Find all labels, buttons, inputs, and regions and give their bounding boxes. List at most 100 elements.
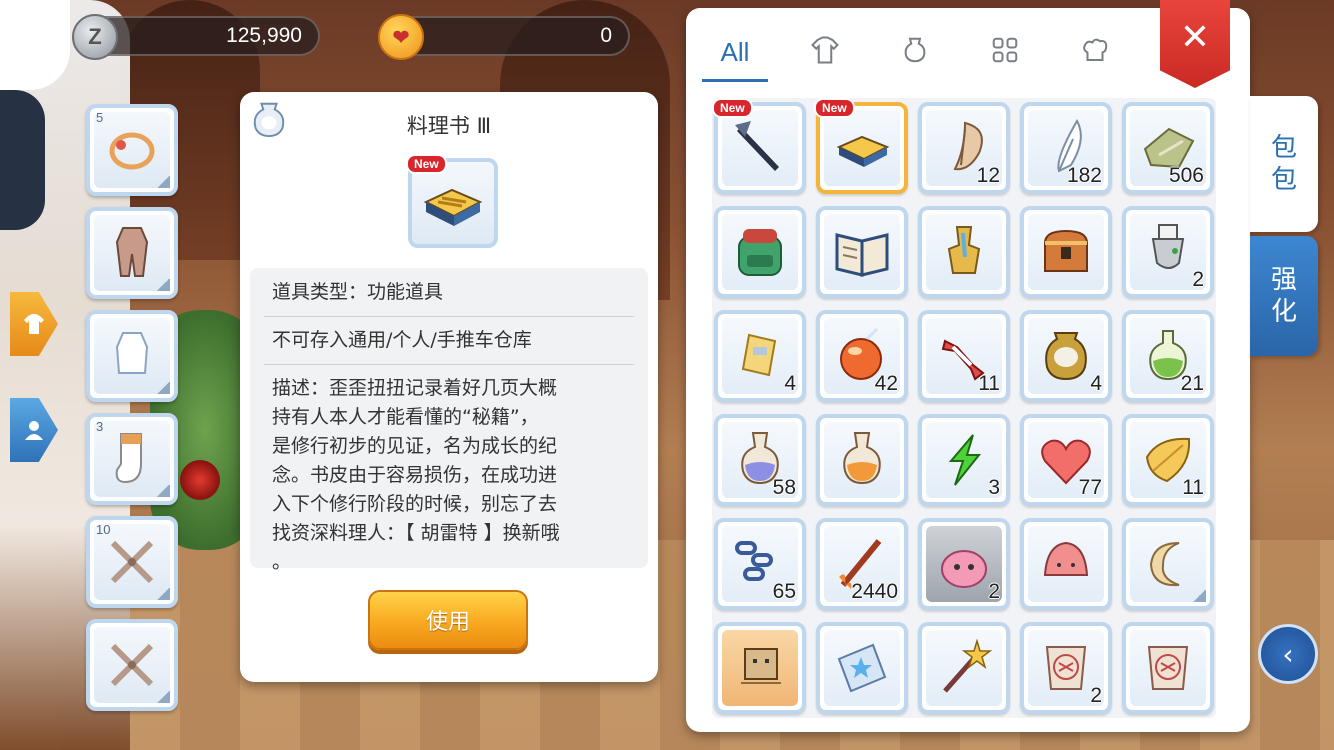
item-quantity: 182 (1066, 164, 1102, 187)
item-preview-slot: New (406, 154, 498, 248)
inventory-slot[interactable]: 2440 (816, 518, 908, 610)
description-line: 描述：歪歪扭扭记录着好几页大概 (272, 377, 558, 399)
tab-pouch[interactable] (880, 22, 950, 82)
star-wand-icon (943, 639, 993, 693)
crescent-cookie-icon (1149, 542, 1180, 587)
inventory-slot[interactable] (714, 622, 806, 714)
shirt-icon (24, 314, 44, 334)
rope-cross-icon (110, 540, 154, 584)
inventory-slot[interactable]: 11 (918, 310, 1010, 402)
description-line: 入下个修行阶段的时候，别忘了去 (272, 493, 558, 515)
tab-shirt[interactable] (790, 22, 860, 82)
close-button[interactable]: ✕ (1160, 0, 1230, 88)
pink-poring-icon (941, 550, 987, 588)
slot-inner (722, 110, 798, 186)
storage-note: 不可存入通用/个人/手推车仓库 (272, 329, 532, 351)
item-quantity: 4 (1090, 372, 1102, 395)
inventory-slot[interactable] (1122, 518, 1214, 610)
inventory-slot[interactable] (816, 622, 908, 714)
inventory-slot[interactable]: 21 (1122, 310, 1214, 402)
item-quantity: 2 (1192, 268, 1204, 291)
inventory-slot[interactable]: 4 (1020, 310, 1112, 402)
new-badge: New (712, 98, 753, 118)
equipment-slot[interactable] (86, 207, 178, 299)
inventory-slot[interactable]: 42 (816, 310, 908, 402)
tab-label: All (720, 36, 750, 67)
zeny-amount: 125,990 (226, 24, 302, 47)
item-description: 描述：歪歪扭扭记录着好几页大概 持有人本人才能看懂的“秘籍”， 是修行初步的见证，名… (272, 374, 626, 577)
rope-cross-icon (110, 643, 154, 687)
inventory-slot[interactable] (816, 414, 908, 506)
inventory-slot[interactable]: 2 (1122, 206, 1214, 298)
orange-potion-icon (843, 432, 881, 485)
tab-enhance-char: 化 (1270, 297, 1297, 327)
equipment-slot[interactable]: 5 (86, 104, 178, 196)
item-quantity: 4 (784, 372, 796, 395)
slot-inner (926, 214, 1002, 290)
inventory-slot[interactable]: 4 (714, 310, 806, 402)
blue-star-card-icon (837, 643, 887, 693)
inventory-slot[interactable]: New (712, 98, 806, 194)
cookbook-icon (836, 135, 890, 167)
slot-corner-icon (1192, 590, 1206, 602)
inventory-slot[interactable]: New (814, 98, 908, 194)
inventory-slot[interactable] (918, 206, 1010, 298)
user-icon (25, 421, 43, 440)
inventory-slot[interactable] (1122, 622, 1214, 714)
equipment-slot[interactable]: 3 (86, 413, 178, 505)
inventory-slot[interactable] (1020, 206, 1112, 298)
slot-inner (1028, 214, 1104, 290)
socks-icon (115, 433, 142, 484)
divider (264, 316, 634, 317)
tab-bag-char: 包 (1270, 133, 1297, 163)
scroll-icon (1045, 646, 1087, 690)
description-line: 念。书皮由于容易损伤，在成功进 (272, 464, 558, 486)
inventory-slot[interactable]: 65 (714, 518, 806, 610)
character-hair (0, 90, 45, 230)
inventory-slot[interactable]: 12 (918, 102, 1010, 194)
inventory-slot[interactable]: 2 (1020, 622, 1112, 714)
inventory-slot[interactable] (918, 622, 1010, 714)
equipment-slot[interactable]: 10 (86, 516, 178, 608)
tab-bag-char: 包 (1270, 165, 1297, 195)
slot-corner-icon (156, 485, 170, 497)
equipment-slot[interactable] (86, 310, 178, 402)
item-quantity: 3 (988, 476, 1000, 499)
new-badge: New (406, 154, 447, 174)
slot-inner (722, 214, 798, 290)
equipment-slot[interactable] (86, 619, 178, 711)
tab-enhance[interactable]: 强 化 (1250, 236, 1318, 356)
inventory-slot[interactable]: 2 (918, 518, 1010, 610)
ring-icon (109, 132, 155, 170)
tab-enhance-char: 强 (1270, 265, 1297, 295)
tab-all[interactable]: All (700, 22, 770, 82)
new-badge: New (814, 98, 855, 118)
body-suit-icon (115, 227, 149, 277)
inventory-slot[interactable]: 77 (1020, 414, 1112, 506)
slot-count: 10 (96, 522, 111, 537)
item-quantity: 21 (1180, 372, 1204, 395)
inventory-slot[interactable]: 11 (1122, 414, 1214, 506)
item-quantity: 2 (988, 580, 1000, 603)
lightning-icon (948, 434, 982, 486)
inventory-slot[interactable] (1020, 518, 1112, 610)
inventory-slot[interactable]: 58 (714, 414, 806, 506)
inventory-slot[interactable] (816, 206, 908, 298)
slot-inner (1130, 630, 1206, 706)
item-quantity: 2 (1090, 684, 1102, 707)
tab-bag[interactable]: 包 包 (1250, 96, 1318, 232)
inventory-slot[interactable]: 182 (1020, 102, 1112, 194)
inventory-slot[interactable]: 3 (918, 414, 1010, 506)
zeny-coin-icon: Z (72, 14, 118, 60)
item-detail-panel: 料理书 Ⅲ New 道具类型：功能道具 不可存入通用/个人/手推车仓库 描述：歪… (240, 92, 658, 682)
treasure-bag-icon (1044, 229, 1088, 272)
collapse-back-button[interactable]: ‹ (1258, 624, 1318, 684)
use-button[interactable]: 使用 (368, 590, 528, 650)
tab-grid[interactable] (970, 22, 1040, 82)
jar-icon (1045, 332, 1087, 381)
slot-inner (824, 214, 900, 290)
description-line: 是修行初步的见证，名为成长的纪 (272, 435, 558, 457)
tab-chef-hat[interactable] (1060, 22, 1130, 82)
inventory-slot[interactable] (714, 206, 806, 298)
inventory-slot[interactable]: 506 (1122, 102, 1214, 194)
